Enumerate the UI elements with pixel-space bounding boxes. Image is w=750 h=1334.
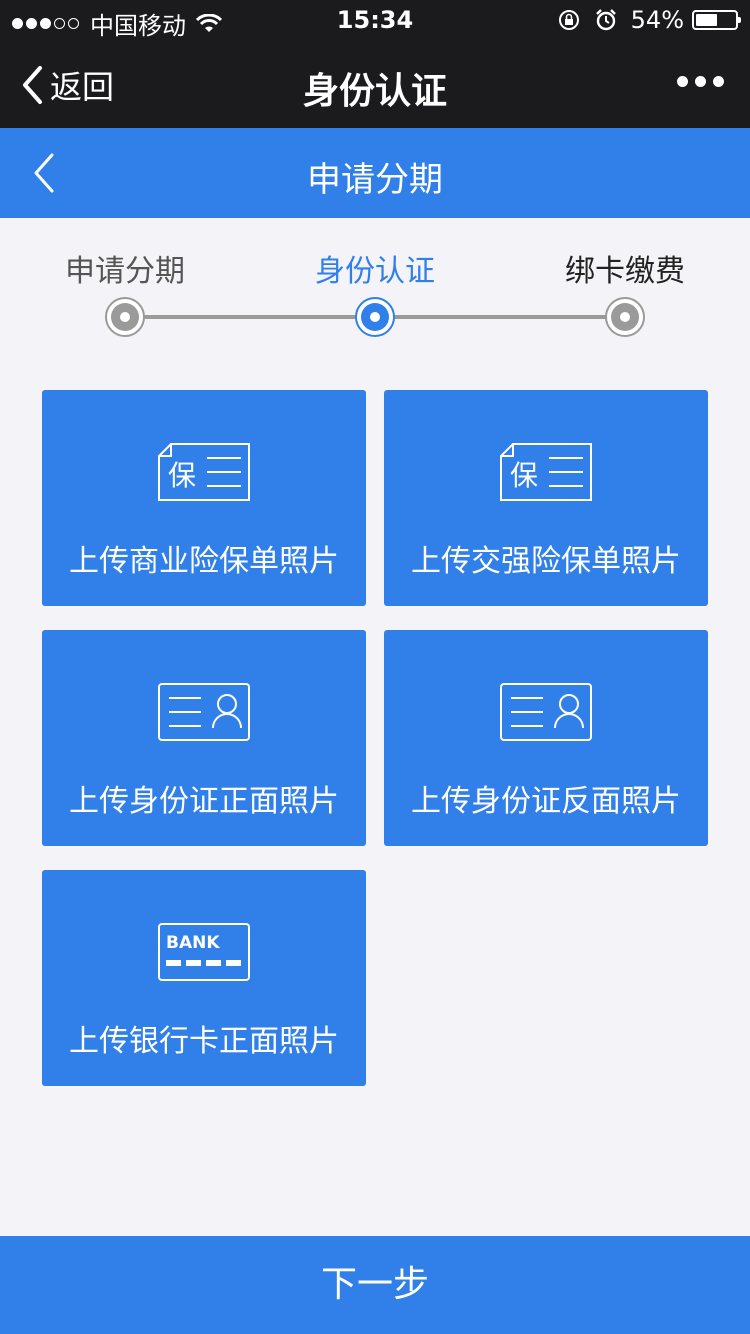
battery-percent: 54% bbox=[630, 6, 684, 34]
tile-label: 上传身份证反面照片 bbox=[411, 784, 681, 819]
step-connector bbox=[390, 315, 610, 319]
more-dots-icon bbox=[677, 76, 688, 87]
tile-label: 上传身份证正面照片 bbox=[69, 784, 339, 819]
chevron-left-icon bbox=[23, 66, 42, 104]
upload-id-back-tile[interactable]: 上传身份证反面照片 bbox=[384, 630, 708, 846]
step-dot-bind-card bbox=[605, 297, 645, 337]
next-step-button[interactable]: 下一步 bbox=[0, 1236, 750, 1334]
insurance-glyph: 保 bbox=[510, 459, 538, 492]
status-bar: 中国移动 15:34 54% bbox=[0, 0, 750, 40]
page-title: 申请分期 bbox=[307, 160, 443, 200]
step-connector bbox=[140, 315, 360, 319]
chevron-left-icon bbox=[34, 153, 54, 193]
carrier-label: 中国移动 bbox=[90, 12, 186, 40]
insurance-glyph: 保 bbox=[168, 459, 196, 492]
page-header: 申请分期 bbox=[0, 128, 750, 218]
rotation-lock-icon bbox=[557, 8, 581, 32]
step-label-identity: 身份认证 bbox=[315, 254, 435, 289]
signal-icon bbox=[12, 18, 82, 29]
id-card-icon bbox=[158, 683, 250, 741]
nav-bar: 返回 身份认证 bbox=[0, 40, 750, 128]
back-label: 返回 bbox=[50, 68, 115, 106]
bank-card-text: BANK bbox=[166, 933, 220, 953]
back-button[interactable]: 返回 bbox=[20, 62, 114, 108]
status-right: 54% bbox=[557, 6, 741, 34]
tile-label: 上传商业险保单照片 bbox=[69, 544, 339, 579]
upload-commercial-insurance-tile[interactable]: 保 上传商业险保单照片 bbox=[42, 390, 366, 606]
upload-bank-card-tile[interactable]: BANK 上传银行卡正面照片 bbox=[42, 870, 366, 1086]
upload-id-front-tile[interactable]: 上传身份证正面照片 bbox=[42, 630, 366, 846]
alarm-icon bbox=[595, 9, 617, 31]
status-left: 中国移动 bbox=[12, 6, 222, 41]
step-dot-apply bbox=[105, 297, 145, 337]
id-card-icon bbox=[500, 683, 592, 741]
step-label-bind-card: 绑卡缴费 bbox=[565, 254, 685, 289]
step-dot-identity bbox=[355, 297, 395, 337]
battery-icon bbox=[692, 10, 741, 30]
wifi-icon bbox=[196, 13, 222, 32]
battery-fill bbox=[696, 14, 717, 26]
bank-card-icon: BANK bbox=[158, 923, 250, 981]
tile-label: 上传银行卡正面照片 bbox=[69, 1024, 339, 1059]
step-label-apply: 申请分期 bbox=[65, 254, 185, 289]
upload-compulsory-insurance-tile[interactable]: 保 上传交强险保单照片 bbox=[384, 390, 708, 606]
step-progress: 申请分期 身份认证 绑卡缴费 bbox=[0, 218, 750, 358]
tile-label: 上传交强险保单照片 bbox=[411, 544, 681, 579]
insurance-document-icon: 保 bbox=[158, 443, 250, 501]
header-back-button[interactable] bbox=[28, 150, 58, 200]
more-button[interactable] bbox=[670, 76, 724, 87]
insurance-document-icon: 保 bbox=[500, 443, 592, 501]
